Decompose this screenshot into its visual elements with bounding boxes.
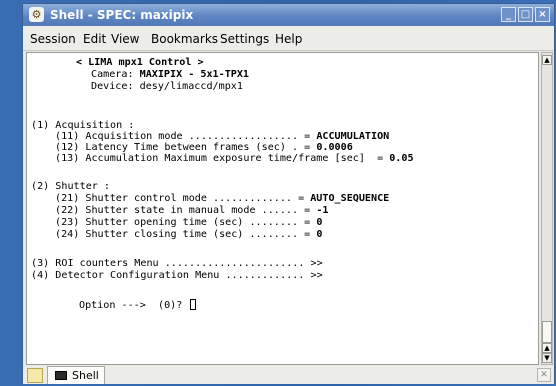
shutter-heading: (2) Shutter :: [31, 181, 111, 192]
acq-item-value: 0.0006: [316, 142, 353, 153]
konsole-window: ⚙ Shell - SPEC: maxipix _ □ × Session Ed…: [22, 3, 555, 384]
acq-item-value: ACCUMULATION: [316, 131, 390, 142]
camera-line: Camera: MAXIPIX - 5x1-TPX1: [91, 69, 249, 80]
detector-config-menu-line: (4) Detector Configuration Menu ........…: [31, 270, 323, 281]
camera-label: Camera:: [91, 69, 140, 80]
device-line: Device: desy/limaccd/mpx1: [91, 81, 243, 92]
terminal-icon: [55, 371, 67, 380]
option-prompt: Option ---> (0)?: [79, 299, 197, 311]
shell-app-icon: ⚙: [29, 7, 44, 22]
scroll-up-button[interactable]: ▲: [542, 343, 552, 353]
tab-bar: Shell ✕: [23, 366, 554, 384]
menu-edit[interactable]: Edit: [83, 32, 106, 46]
shutter-item-value: 0: [316, 217, 323, 228]
terminal-scrollbar[interactable]: ▲ ▲ ▼: [541, 52, 553, 365]
close-tab-icon[interactable]: ✕: [537, 368, 551, 382]
window-title: Shell - SPEC: maxipix: [50, 8, 194, 22]
acq-item-11: (11) Acquisition mode ..................…: [55, 131, 389, 142]
prompt-text: Option ---> (0)?: [79, 300, 189, 311]
minimize-button[interactable]: _: [501, 7, 516, 22]
acq-item-13: (13) Accumulation Maximum exposure time/…: [55, 153, 414, 164]
shutter-item-24: (24) Shutter closing time (sec) ........…: [55, 229, 322, 240]
maximize-button[interactable]: □: [518, 7, 533, 22]
menu-session[interactable]: Session: [30, 32, 76, 46]
shutter-item-label: (22) Shutter state in manual mode ......…: [55, 205, 317, 216]
menu-help[interactable]: Help: [275, 32, 302, 46]
acq-item-12: (12) Latency Time between frames (sec) .…: [55, 142, 353, 153]
acq-item-label: (13) Accumulation Maximum exposure time/…: [55, 153, 390, 164]
shutter-item-label: (21) Shutter control mode ............. …: [55, 193, 311, 204]
scroll-up-top-button[interactable]: ▲: [542, 55, 552, 65]
terminal-output[interactable]: < LIMA mpx1 Control > Camera: MAXIPIX - …: [26, 52, 539, 365]
tab-label: Shell: [72, 369, 99, 382]
menu-view[interactable]: View: [111, 32, 139, 46]
acquisition-heading: (1) Acquisition :: [31, 120, 135, 131]
window-controls: _ □ ×: [501, 7, 550, 22]
acq-item-value: 0.05: [389, 153, 414, 164]
shutter-item-value: AUTO_SEQUENCE: [310, 193, 390, 204]
control-title: < LIMA mpx1 Control >: [76, 57, 204, 68]
scroll-thumb[interactable]: [542, 321, 552, 343]
text-cursor: [190, 299, 197, 310]
acq-item-label: (11) Acquisition mode ..................…: [55, 131, 317, 142]
menu-settings[interactable]: Settings: [220, 32, 269, 46]
camera-value: MAXIPIX - 5x1-TPX1: [139, 69, 250, 80]
close-button[interactable]: ×: [535, 7, 550, 22]
title-bar[interactable]: ⚙ Shell - SPEC: maxipix _ □ ×: [23, 4, 554, 26]
menu-bar: Session Edit View Bookmarks Settings Hel…: [23, 26, 554, 51]
shutter-item-label: (23) Shutter opening time (sec) ........…: [55, 217, 317, 228]
roi-counters-menu-line: (3) ROI counters Menu ..................…: [31, 258, 323, 269]
shutter-item-label: (24) Shutter closing time (sec) ........…: [55, 229, 317, 240]
shutter-item-22: (22) Shutter state in manual mode ......…: [55, 205, 328, 216]
tab-shell[interactable]: Shell: [47, 366, 105, 384]
shutter-item-21: (21) Shutter control mode ............. …: [55, 193, 389, 204]
menu-bookmarks[interactable]: Bookmarks: [151, 32, 218, 46]
acq-item-label: (12) Latency Time between frames (sec) .…: [55, 142, 317, 153]
shutter-item-value: -1: [316, 205, 329, 216]
shutter-item-value: 0: [316, 229, 323, 240]
scroll-down-button[interactable]: ▼: [542, 353, 552, 363]
shutter-item-23: (23) Shutter opening time (sec) ........…: [55, 217, 322, 228]
new-tab-icon[interactable]: [27, 368, 43, 383]
